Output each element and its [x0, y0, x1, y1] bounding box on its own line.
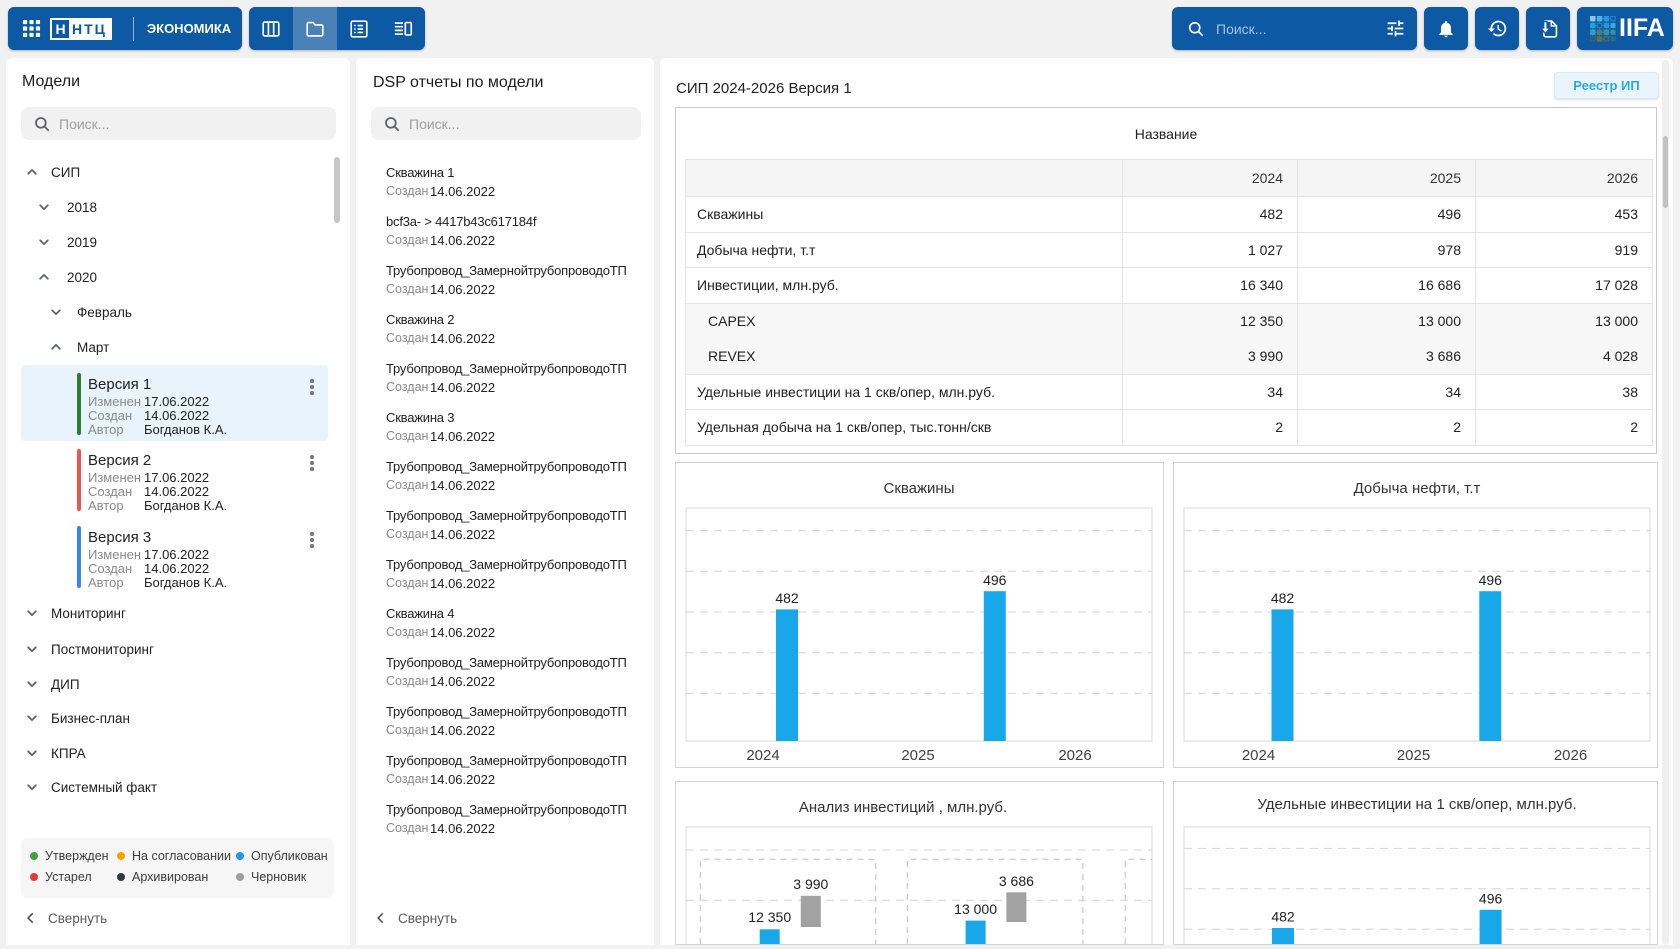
svg-text:Добыча нефти, т.т: Добыча нефти, т.т — [1354, 480, 1481, 497]
svg-text:12 350: 12 350 — [748, 909, 791, 925]
svg-text:Удельные инвестиции на 1 скв/о: Удельные инвестиции на 1 скв/опер, млн.р… — [1257, 796, 1576, 813]
svg-text:2024: 2024 — [1242, 747, 1275, 764]
svg-text:Анализ инвестиций , млн.руб.: Анализ инвестиций , млн.руб. — [799, 799, 1007, 816]
svg-text:13 000: 13 000 — [954, 901, 997, 917]
svg-text:2025: 2025 — [1397, 747, 1430, 764]
svg-text:3 990: 3 990 — [793, 876, 828, 892]
svg-text:2025: 2025 — [901, 747, 934, 764]
svg-text:Скважины: Скважины — [883, 480, 954, 497]
svg-text:482: 482 — [775, 590, 799, 606]
svg-text:2026: 2026 — [1554, 747, 1587, 764]
svg-text:496: 496 — [983, 572, 1007, 588]
svg-text:2024: 2024 — [746, 747, 779, 764]
svg-text:482: 482 — [1271, 590, 1295, 606]
svg-text:3 686: 3 686 — [999, 873, 1034, 889]
svg-text:496: 496 — [1479, 890, 1503, 906]
svg-text:496: 496 — [1479, 572, 1503, 588]
svg-text:2026: 2026 — [1058, 747, 1091, 764]
svg-text:482: 482 — [1271, 909, 1295, 925]
